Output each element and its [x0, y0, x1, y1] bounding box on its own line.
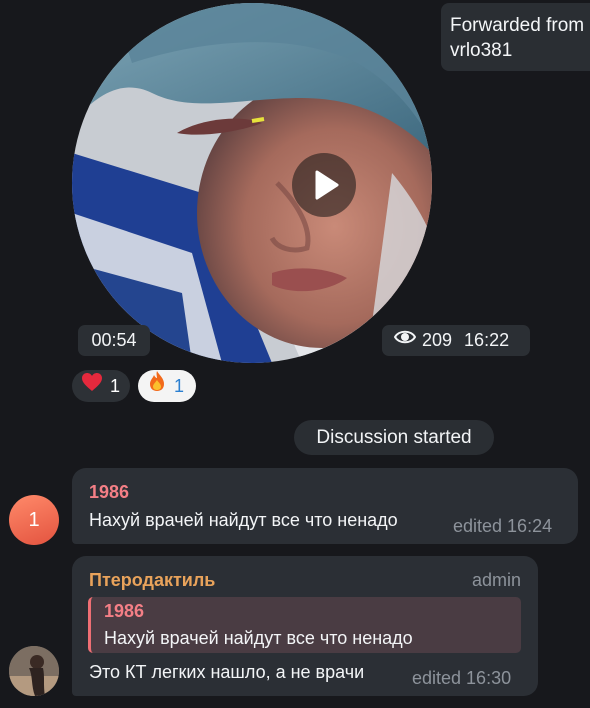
message-time: 16:22 [464, 330, 510, 350]
view-count: 209 [422, 330, 453, 350]
avatar[interactable] [9, 646, 59, 696]
reply-text: Нахуй врачей найдут все что ненадо [104, 628, 413, 648]
message-edited-time: edited 16:24 [453, 516, 553, 536]
reply-author: 1986 [104, 601, 145, 621]
reaction-heart[interactable]: 1 [72, 370, 130, 402]
message-author[interactable]: 1986 [89, 482, 129, 503]
message-bubble[interactable]: Птеродактиль admin 1986 Нахуй врачей най… [72, 556, 538, 696]
avatar[interactable]: 1 [9, 495, 59, 545]
avatar-photo [9, 646, 59, 696]
message-edited-time: edited 16:30 [412, 668, 512, 688]
forwarded-header[interactable]: Forwarded from vrlo381 [441, 3, 590, 71]
forwarded-label: Forwarded from [450, 15, 585, 36]
reaction-count: 1 [110, 376, 121, 396]
fire-icon [147, 370, 167, 402]
video-duration: 00:54 [78, 325, 150, 356]
discussion-started-label: Discussion started [294, 420, 494, 455]
message-bubble[interactable]: 1986 Нахуй врачей найдут все что ненадо … [72, 468, 578, 544]
eye-icon [393, 324, 417, 355]
message-author[interactable]: Птеродактиль [89, 570, 215, 591]
reaction-count: 1 [174, 376, 185, 396]
heart-icon [81, 370, 103, 402]
round-video[interactable] [72, 3, 432, 363]
video-thumbnail [72, 3, 432, 363]
admin-badge: admin [471, 570, 521, 590]
chat-view: Forwarded from vrlo381 00:54 209 16:22 1… [0, 0, 590, 708]
play-icon [315, 170, 339, 200]
message-meta: 209 16:22 [382, 325, 530, 356]
reaction-fire[interactable]: 1 [138, 370, 196, 402]
reply-quote[interactable]: 1986 Нахуй врачей найдут все что ненадо [88, 597, 521, 653]
avatar-initial: 1 [28, 509, 40, 531]
message-text: Нахуй врачей найдут все что ненадо [89, 510, 398, 530]
message-text: Это КТ легких нашло, а не врачи [89, 662, 365, 682]
play-button[interactable] [292, 153, 356, 217]
forwarded-source[interactable]: vrlo381 [450, 38, 590, 63]
